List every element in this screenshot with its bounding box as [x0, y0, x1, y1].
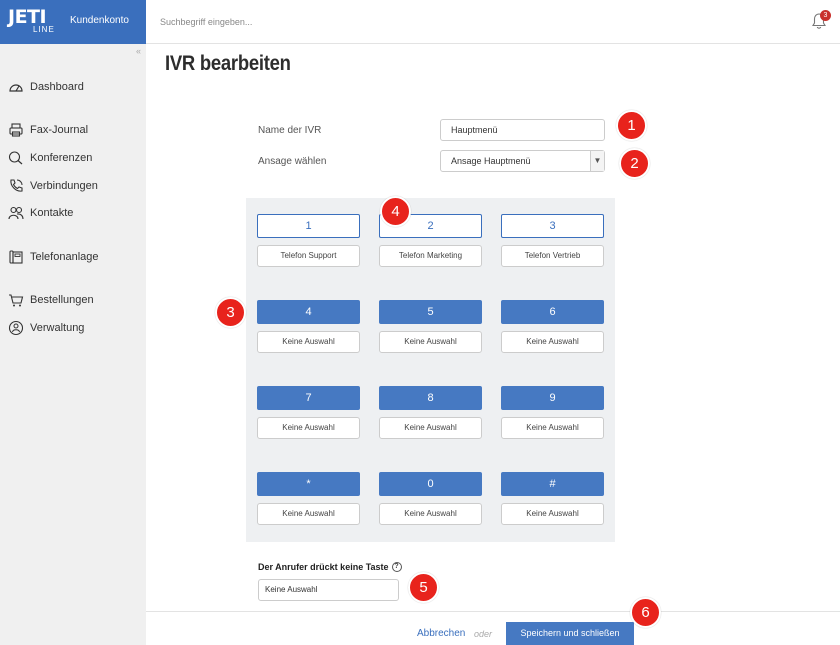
- sidebar-item-label: Konferenzen: [30, 152, 93, 164]
- brand-logo[interactable]: JETI LINE Kundenkonto: [0, 0, 146, 44]
- sidebar-item-verwaltung[interactable]: Verwaltung: [8, 318, 84, 338]
- key-6-button[interactable]: 6: [501, 300, 604, 324]
- save-and-close-button[interactable]: Speichern und schließen: [506, 622, 634, 645]
- sidebar-item-label: Bestellungen: [30, 294, 94, 306]
- sidebar-item-label: Fax-Journal: [30, 124, 89, 136]
- key-hash-target-field[interactable]: Keine Auswahl: [501, 503, 604, 525]
- fax-icon: [9, 123, 23, 137]
- key-3-target-field[interactable]: Telefon Vertrieb: [501, 245, 604, 267]
- key-8-button[interactable]: 8: [379, 386, 482, 410]
- dashboard-icon: [9, 84, 23, 92]
- sidebar-item-label: Verbindungen: [30, 180, 98, 192]
- annotation-marker-5: 5: [408, 572, 439, 603]
- cancel-link[interactable]: Abbrechen: [417, 628, 465, 639]
- key-1-target-field[interactable]: Telefon Support: [257, 245, 360, 267]
- key-0-button[interactable]: 0: [379, 472, 482, 496]
- section-title: Kundenkonto: [70, 15, 129, 26]
- search-input[interactable]: [160, 12, 560, 32]
- key-4-button[interactable]: 4: [257, 300, 360, 324]
- ivr-name-input[interactable]: [440, 119, 605, 141]
- key-9-target-field[interactable]: Keine Auswahl: [501, 417, 604, 439]
- ivr-name-label: Name der IVR: [258, 125, 322, 136]
- key-8-target-field[interactable]: Keine Auswahl: [379, 417, 482, 439]
- admin-icon: [8, 320, 24, 336]
- ivr-keypad: 1 2 3 Telefon Support Telefon Marketing …: [246, 198, 615, 542]
- sidebar-item-fax-journal[interactable]: Fax-Journal: [8, 120, 88, 140]
- announcement-label: Ansage wählen: [258, 156, 327, 167]
- cart-icon: [9, 294, 24, 307]
- no-input-label: Der Anrufer drückt keine Taste ?: [258, 562, 402, 572]
- annotation-marker-6: 6: [630, 597, 661, 628]
- key-star-target-field[interactable]: Keine Auswahl: [257, 503, 360, 525]
- sidebar-item-bestellungen[interactable]: Bestellungen: [8, 290, 94, 310]
- annotation-marker-1: 1: [616, 110, 647, 141]
- key-5-target-field[interactable]: Keine Auswahl: [379, 331, 482, 353]
- key-6-target-field[interactable]: Keine Auswahl: [501, 331, 604, 353]
- call-icon: [10, 179, 23, 192]
- collapse-sidebar-button[interactable]: «: [136, 46, 141, 56]
- or-separator: oder: [474, 629, 493, 639]
- sidebar-item-telefonanlage[interactable]: Telefonanlage: [8, 247, 99, 267]
- logo-text: JETI: [8, 6, 47, 28]
- key-2-target-field[interactable]: Telefon Marketing: [379, 245, 482, 267]
- contacts-icon: [8, 206, 24, 220]
- sidebar-item-label: Verwaltung: [30, 322, 85, 334]
- sidebar-item-dashboard[interactable]: Dashboard: [8, 77, 84, 97]
- key-0-target-field[interactable]: Keine Auswahl: [379, 503, 482, 525]
- notifications-button[interactable]: 3: [810, 10, 831, 32]
- notification-count-badge: 3: [820, 10, 831, 21]
- page-title: IVR bearbeiten: [165, 52, 291, 75]
- footer-bar: [146, 611, 840, 645]
- chevron-down-icon[interactable]: ▼: [590, 151, 604, 171]
- sidebar-item-kontakte[interactable]: Kontakte: [8, 203, 73, 223]
- help-icon[interactable]: ?: [391, 562, 402, 572]
- key-9-button[interactable]: 9: [501, 386, 604, 410]
- key-4-target-field[interactable]: Keine Auswahl: [257, 331, 360, 353]
- key-3-button[interactable]: 3: [501, 214, 604, 238]
- key-hash-button[interactable]: #: [501, 472, 604, 496]
- sidebar-item-verbindungen[interactable]: Verbindungen: [8, 176, 98, 196]
- app-window: JETI LINE Kundenkonto 3 « Dashboard Fax-…: [0, 0, 840, 645]
- sidebar-item-konferenzen[interactable]: Konferenzen: [8, 148, 92, 168]
- annotation-marker-4: 4: [380, 196, 411, 227]
- phone-system-icon: [9, 250, 23, 264]
- sidebar-item-label: Kontakte: [30, 207, 74, 219]
- annotation-marker-2: 2: [619, 148, 650, 179]
- announcement-select[interactable]: Ansage Hauptmenü ▼: [440, 150, 605, 172]
- annotation-marker-3: 3: [215, 297, 246, 328]
- sidebar-item-label: Dashboard: [30, 81, 84, 93]
- logo-subtext: LINE: [33, 25, 55, 34]
- no-input-target-field[interactable]: Keine Auswahl: [258, 579, 399, 601]
- key-5-button[interactable]: 5: [379, 300, 482, 324]
- top-bar: JETI LINE Kundenkonto 3: [0, 0, 840, 44]
- conference-icon: [8, 151, 23, 165]
- key-7-target-field[interactable]: Keine Auswahl: [257, 417, 360, 439]
- key-star-button[interactable]: *: [257, 472, 360, 496]
- no-input-label-text: Der Anrufer drückt keine Taste: [258, 562, 389, 572]
- key-1-button[interactable]: 1: [257, 214, 360, 238]
- key-7-button[interactable]: 7: [257, 386, 360, 410]
- announcement-selected-value: Ansage Hauptmenü: [451, 156, 531, 166]
- sidebar-item-label: Telefonanlage: [30, 251, 99, 263]
